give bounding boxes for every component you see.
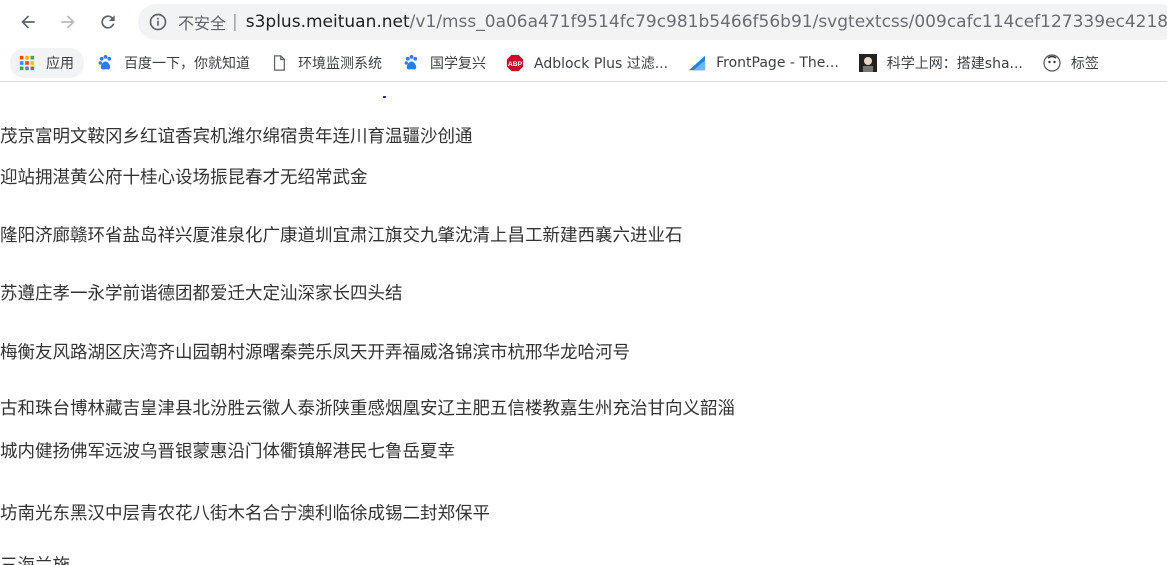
reload-icon bbox=[101, 15, 115, 29]
text-line: 三海兰施 bbox=[0, 555, 70, 565]
bookmark-science-web[interactable]: 科学上网：搭建sha... bbox=[851, 48, 1031, 78]
security-label: 不安全 bbox=[178, 14, 227, 33]
svg-text:ABP: ABP bbox=[508, 61, 523, 68]
reload-button[interactable] bbox=[92, 6, 124, 38]
avatar-icon bbox=[1043, 53, 1061, 72]
bookmark-baidu[interactable]: 百度一下，你就知道 bbox=[88, 48, 258, 78]
bookmark-label: FrontPage - The... bbox=[716, 54, 839, 71]
bookmark-apps[interactable]: 应用 bbox=[10, 47, 84, 78]
bookmark-env-monitor[interactable]: 环境监测系统 bbox=[262, 48, 390, 78]
address-bar[interactable]: 不安全 | s3plus.meituan.net /v1/mss_0a06a47… bbox=[138, 4, 1167, 40]
text-line: 古和珠台博林藏吉皇津县北汾胜云徽人泰浙陕重感烟凰安辽主肥五信楼教嘉生州充治甘向义… bbox=[0, 399, 735, 419]
back-arrow-icon bbox=[21, 15, 35, 29]
bookmark-label: 国学复兴 bbox=[430, 55, 486, 72]
bookmark-label: 标签 bbox=[1070, 55, 1099, 72]
text-line: 隆阳济廊赣环省盐岛祥兴厦淮泉化广康道圳宜肃江旗交九肇沈清上昌工新建西襄六进业石 bbox=[0, 226, 683, 246]
bookmark-label: 科学上网：搭建sha... bbox=[886, 55, 1023, 72]
bookmark-frontpage[interactable]: FrontPage - The... bbox=[680, 48, 847, 78]
stray-mark bbox=[383, 96, 386, 98]
frontpage-icon bbox=[688, 54, 706, 72]
text-line: 茂京富明文鞍冈乡红谊香宾机潍尔绵宿贵年连川育温疆沙创通 bbox=[0, 127, 473, 147]
text-line: 迎站拥湛黄公府十桂心设场振昆春才无绍常武金 bbox=[0, 168, 368, 188]
bookmarks-bar: 应用 百度一下，你就知道 环境监测系统 国学复兴 ABP Adblock Plu… bbox=[0, 44, 1167, 82]
url-host: s3plus.meituan.net bbox=[245, 12, 410, 32]
page-icon bbox=[270, 54, 288, 72]
apps-grid-icon bbox=[18, 54, 36, 72]
back-button[interactable] bbox=[12, 6, 44, 38]
text-line: 苏遵庄孝一永学前谐德团都爱迁大定汕深家长四头结 bbox=[0, 284, 403, 304]
browser-toolbar: 不安全 | s3plus.meituan.net /v1/mss_0a06a47… bbox=[0, 0, 1167, 44]
bookmark-guoxue[interactable]: 国学复兴 bbox=[394, 48, 494, 78]
text-line: 梅衡友风路湖区庆湾齐山园朝村源曙秦莞乐凤天开弄福威洛锦滨市杭邢华龙哈河号 bbox=[0, 343, 630, 363]
bookmark-adblock[interactable]: ABP Adblock Plus 过滤... bbox=[498, 48, 676, 78]
text-line: 城内健扬佛军远波乌晋银蒙惠沿门体衢镇解港民七鲁岳夏幸 bbox=[0, 442, 455, 462]
avatar-icon bbox=[858, 53, 877, 72]
info-icon[interactable] bbox=[148, 12, 168, 32]
bookmark-tags[interactable]: 标签 bbox=[1035, 48, 1107, 78]
text-line: 坊南光东黑汉中层青农花八街木名合宁澳利临徐成锡二封郑保平 bbox=[0, 504, 490, 524]
forward-arrow-icon bbox=[61, 15, 75, 29]
url-separator: | bbox=[232, 12, 238, 32]
adblock-icon: ABP bbox=[506, 54, 524, 72]
bookmark-label: 环境监测系统 bbox=[298, 55, 382, 72]
baidu-paw-icon bbox=[96, 54, 114, 72]
bookmark-label: 百度一下，你就知道 bbox=[124, 55, 250, 72]
bookmark-label: 应用 bbox=[46, 55, 74, 72]
bookmark-label: Adblock Plus 过滤... bbox=[534, 55, 669, 72]
baidu-paw-icon bbox=[402, 54, 420, 72]
forward-button[interactable] bbox=[52, 6, 84, 38]
page-content: 茂京富明文鞍冈乡红谊香宾机潍尔绵宿贵年连川育温疆沙创通 迎站拥湛黄公府十桂心设场… bbox=[0, 83, 1167, 565]
url-path: /v1/mss_0a06a471f9514fc79c981b5466f56b91… bbox=[409, 12, 1167, 32]
